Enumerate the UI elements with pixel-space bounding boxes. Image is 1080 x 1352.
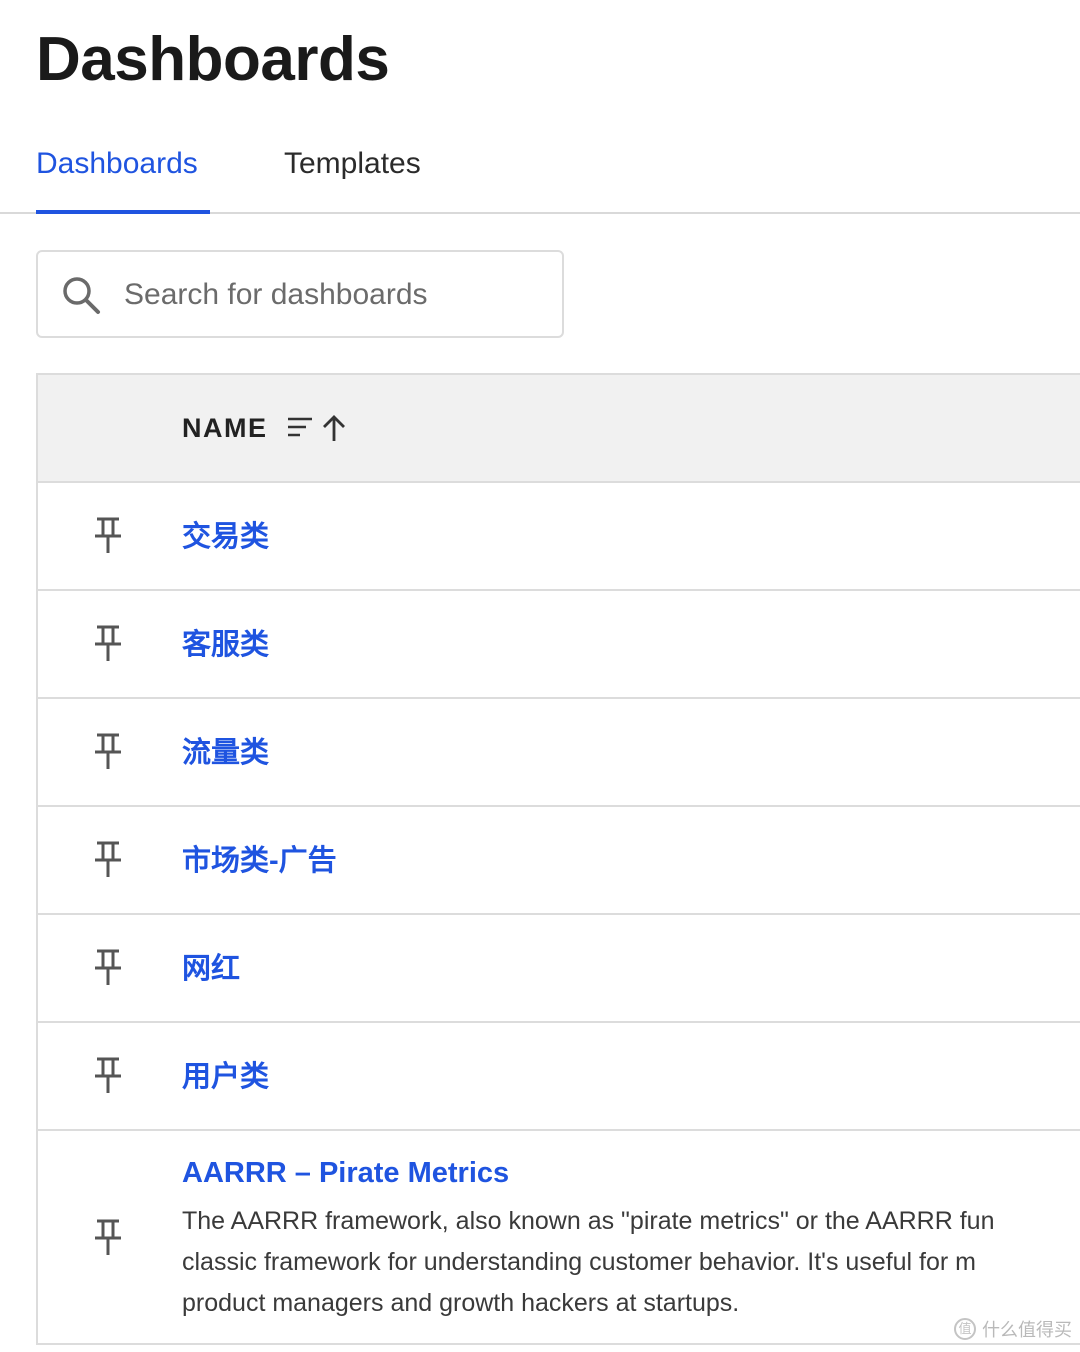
tab-dashboards[interactable]: Dashboards [36,144,198,184]
dashboards-table: NAME 交易类 客服类 流量类 市场类-广告 网红 用户类 AARRR – P… [36,373,1080,1345]
search-box[interactable] [36,250,564,338]
description-line: product managers and growth hackers at s… [182,1289,740,1317]
dashboard-link[interactable]: 客服类 [182,625,269,665]
pin-icon[interactable] [92,623,124,663]
watermark-text: 什么值得买 [982,1320,1072,1340]
dashboard-description: The AARRR framework, also known as "pira… [182,1201,1080,1324]
search-input[interactable] [122,266,546,324]
table-row: 流量类 [38,699,1080,807]
dashboard-link[interactable]: 市场类-广告 [182,841,337,881]
watermark: 值 什么值得买 [954,1316,1072,1342]
dashboard-link[interactable]: 流量类 [182,733,269,773]
table-header: NAME [38,375,1080,483]
page-title: Dashboards [36,25,390,94]
tab-templates[interactable]: Templates [284,144,421,184]
dashboards-page: Dashboards Dashboards Templates NAME [0,0,1080,1352]
description-line: The AARRR framework, also known as "pira… [182,1207,995,1235]
table-row: 交易类 [38,483,1080,591]
dashboard-link[interactable]: 交易类 [182,517,269,557]
pin-icon[interactable] [92,839,124,879]
pin-icon[interactable] [92,1217,124,1257]
pin-icon[interactable] [92,1055,124,1095]
dashboard-link[interactable]: 网红 [182,949,240,989]
table-row: 客服类 [38,591,1080,699]
tab-bar: Dashboards Templates [0,128,1080,214]
table-row: 市场类-广告 [38,807,1080,915]
pin-icon[interactable] [92,515,124,555]
dashboard-link[interactable]: 用户类 [182,1057,269,1097]
table-row: AARRR – Pirate Metrics The AARRR framewo… [38,1131,1080,1345]
table-row: 网红 [38,915,1080,1023]
pin-icon[interactable] [92,947,124,987]
description-line: classic framework for understanding cust… [182,1248,976,1276]
column-header-name[interactable]: NAME [182,411,268,445]
search-icon [63,277,100,314]
dashboard-link[interactable]: AARRR – Pirate Metrics [182,1153,509,1193]
zhi-icon: 值 [954,1318,976,1340]
pin-icon[interactable] [92,731,124,771]
table-row: 用户类 [38,1023,1080,1131]
sort-ascending-icon[interactable] [284,413,354,445]
active-tab-indicator [36,210,210,214]
